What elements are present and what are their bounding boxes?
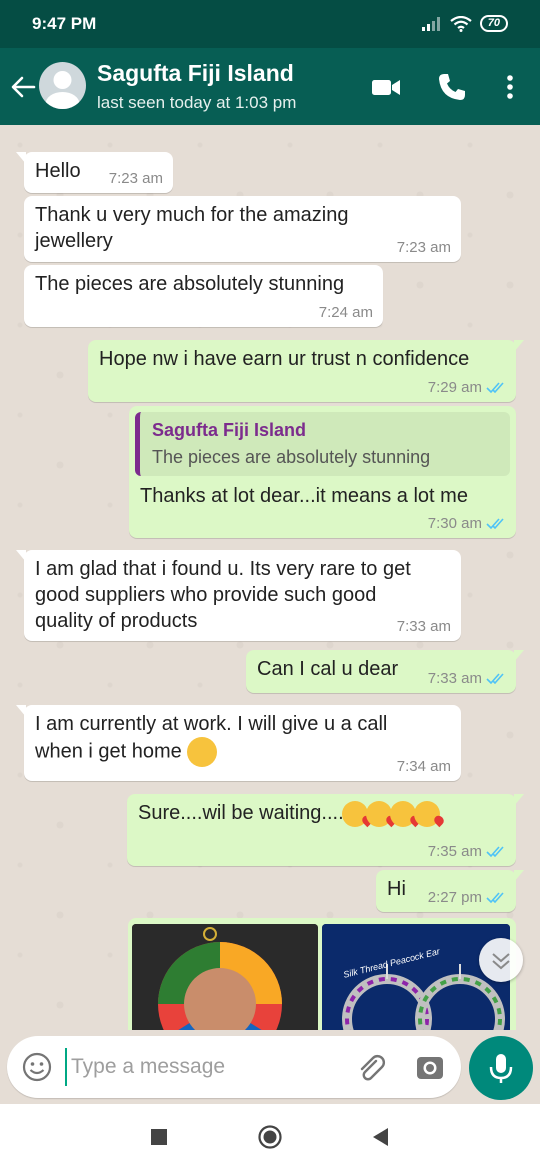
status-time: 9:47 PM [32,14,97,33]
message-text: I am currently at work. I will give u a … [35,711,387,767]
phone-icon[interactable] [436,71,468,103]
message-time: 7:35 am [428,843,506,860]
message-text: Hello [35,160,81,182]
attach-icon[interactable] [355,1052,387,1084]
read-ticks-icon [486,672,504,684]
read-ticks-icon [486,517,504,529]
scroll-down-button[interactable] [479,938,523,982]
last-seen: last seen today at 1:03 pm [97,93,297,112]
message-text: Sure....wil be waiting.... [138,800,440,827]
message-time: 7:33 am [428,670,506,687]
video-call-icon[interactable] [370,71,402,103]
message-outgoing[interactable]: Hi 2:27 pm [376,870,524,912]
message-time: 7:24 am [318,304,373,321]
emoji-icon[interactable] [21,1051,53,1083]
home-icon[interactable] [257,1124,283,1150]
camera-icon[interactable] [414,1052,446,1084]
status-icons: 70 [421,15,508,32]
message-outgoing[interactable]: Sure....wil be waiting.... 7:35 am [127,794,524,866]
status-bar: 9:47 PM 70 [0,0,540,48]
message-time: 7:23 am [108,170,163,187]
composer-bar [0,1030,540,1104]
photo-thumbnail[interactable] [132,924,318,1030]
contact-name[interactable]: Sagufta Fiji Island [97,60,294,87]
message-outgoing-reply[interactable]: Sagufta Fiji Island The pieces are absol… [129,406,516,538]
message-time: 2:27 pm [428,889,506,906]
message-incoming[interactable]: Thank u very much for the amazing jewell… [24,196,461,262]
more-options-icon[interactable] [494,71,526,103]
message-incoming[interactable]: I am currently at work. I will give u a … [16,705,461,781]
message-incoming[interactable]: The pieces are absolutely stunning 7:24 … [24,265,383,327]
quoted-text: The pieces are absolutely stunning [152,447,431,467]
message-text: The pieces are absolutely stunning [35,273,345,295]
message-text: I am glad that i found u. Its very rare … [35,558,411,632]
kiss-emoji [365,800,392,827]
recent-apps-icon[interactable] [146,1124,172,1150]
battery-indicator: 70 [479,15,508,32]
signal-icon [421,16,440,31]
avatar[interactable] [39,62,86,109]
message-time: 7:34 am [396,758,451,775]
message-time: 7:33 am [396,618,451,635]
read-ticks-icon [486,845,504,857]
smiling-face-emoji [187,737,218,767]
chat-header: Sagufta Fiji Island last seen today at 1… [0,48,540,125]
kiss-emoji [389,800,416,827]
system-nav-bar [0,1104,540,1170]
message-incoming[interactable]: I am glad that i found u. Its very rare … [16,550,461,641]
mic-icon [489,1054,513,1083]
message-text: Thank u very much for the amazing jewell… [35,204,349,252]
message-text: Hope nw i have earn ur trust n confidenc… [99,348,470,370]
chat-area[interactable]: Hello 7:23 am Thank u very much for the … [0,125,540,1030]
scroll-down-icon [492,953,510,970]
message-outgoing[interactable]: Hope nw i have earn ur trust n confidenc… [88,340,524,402]
mic-button[interactable] [469,1036,533,1100]
quoted-sender: Sagufta Fiji Island [152,420,307,440]
kiss-emoji [413,800,440,827]
message-time: 7:23 am [396,239,451,256]
photo-message[interactable]: Silk Thread Peacock Ear [128,918,516,1030]
read-ticks-icon [486,891,504,903]
wifi-icon [450,15,472,32]
message-time: 7:30 am [428,515,506,532]
message-text: Can I cal u dear [257,658,399,680]
back-icon[interactable] [368,1124,394,1150]
message-text: Thanks at lot dear...it means a lot me [140,485,468,507]
earring-photo-image [132,924,318,1030]
composer-pill [7,1036,461,1098]
kiss-emoji [341,800,368,827]
message-input[interactable] [65,1048,335,1086]
read-ticks-icon [486,381,504,393]
message-text: Hi [387,878,406,900]
quoted-message[interactable]: Sagufta Fiji Island The pieces are absol… [135,412,510,476]
message-incoming[interactable]: Hello 7:23 am [16,152,173,193]
message-outgoing[interactable]: Can I cal u dear 7:33 am [246,650,524,693]
message-time: 7:29 am [428,379,506,396]
default-avatar-icon [45,71,80,109]
back-arrow-icon[interactable] [8,72,38,102]
